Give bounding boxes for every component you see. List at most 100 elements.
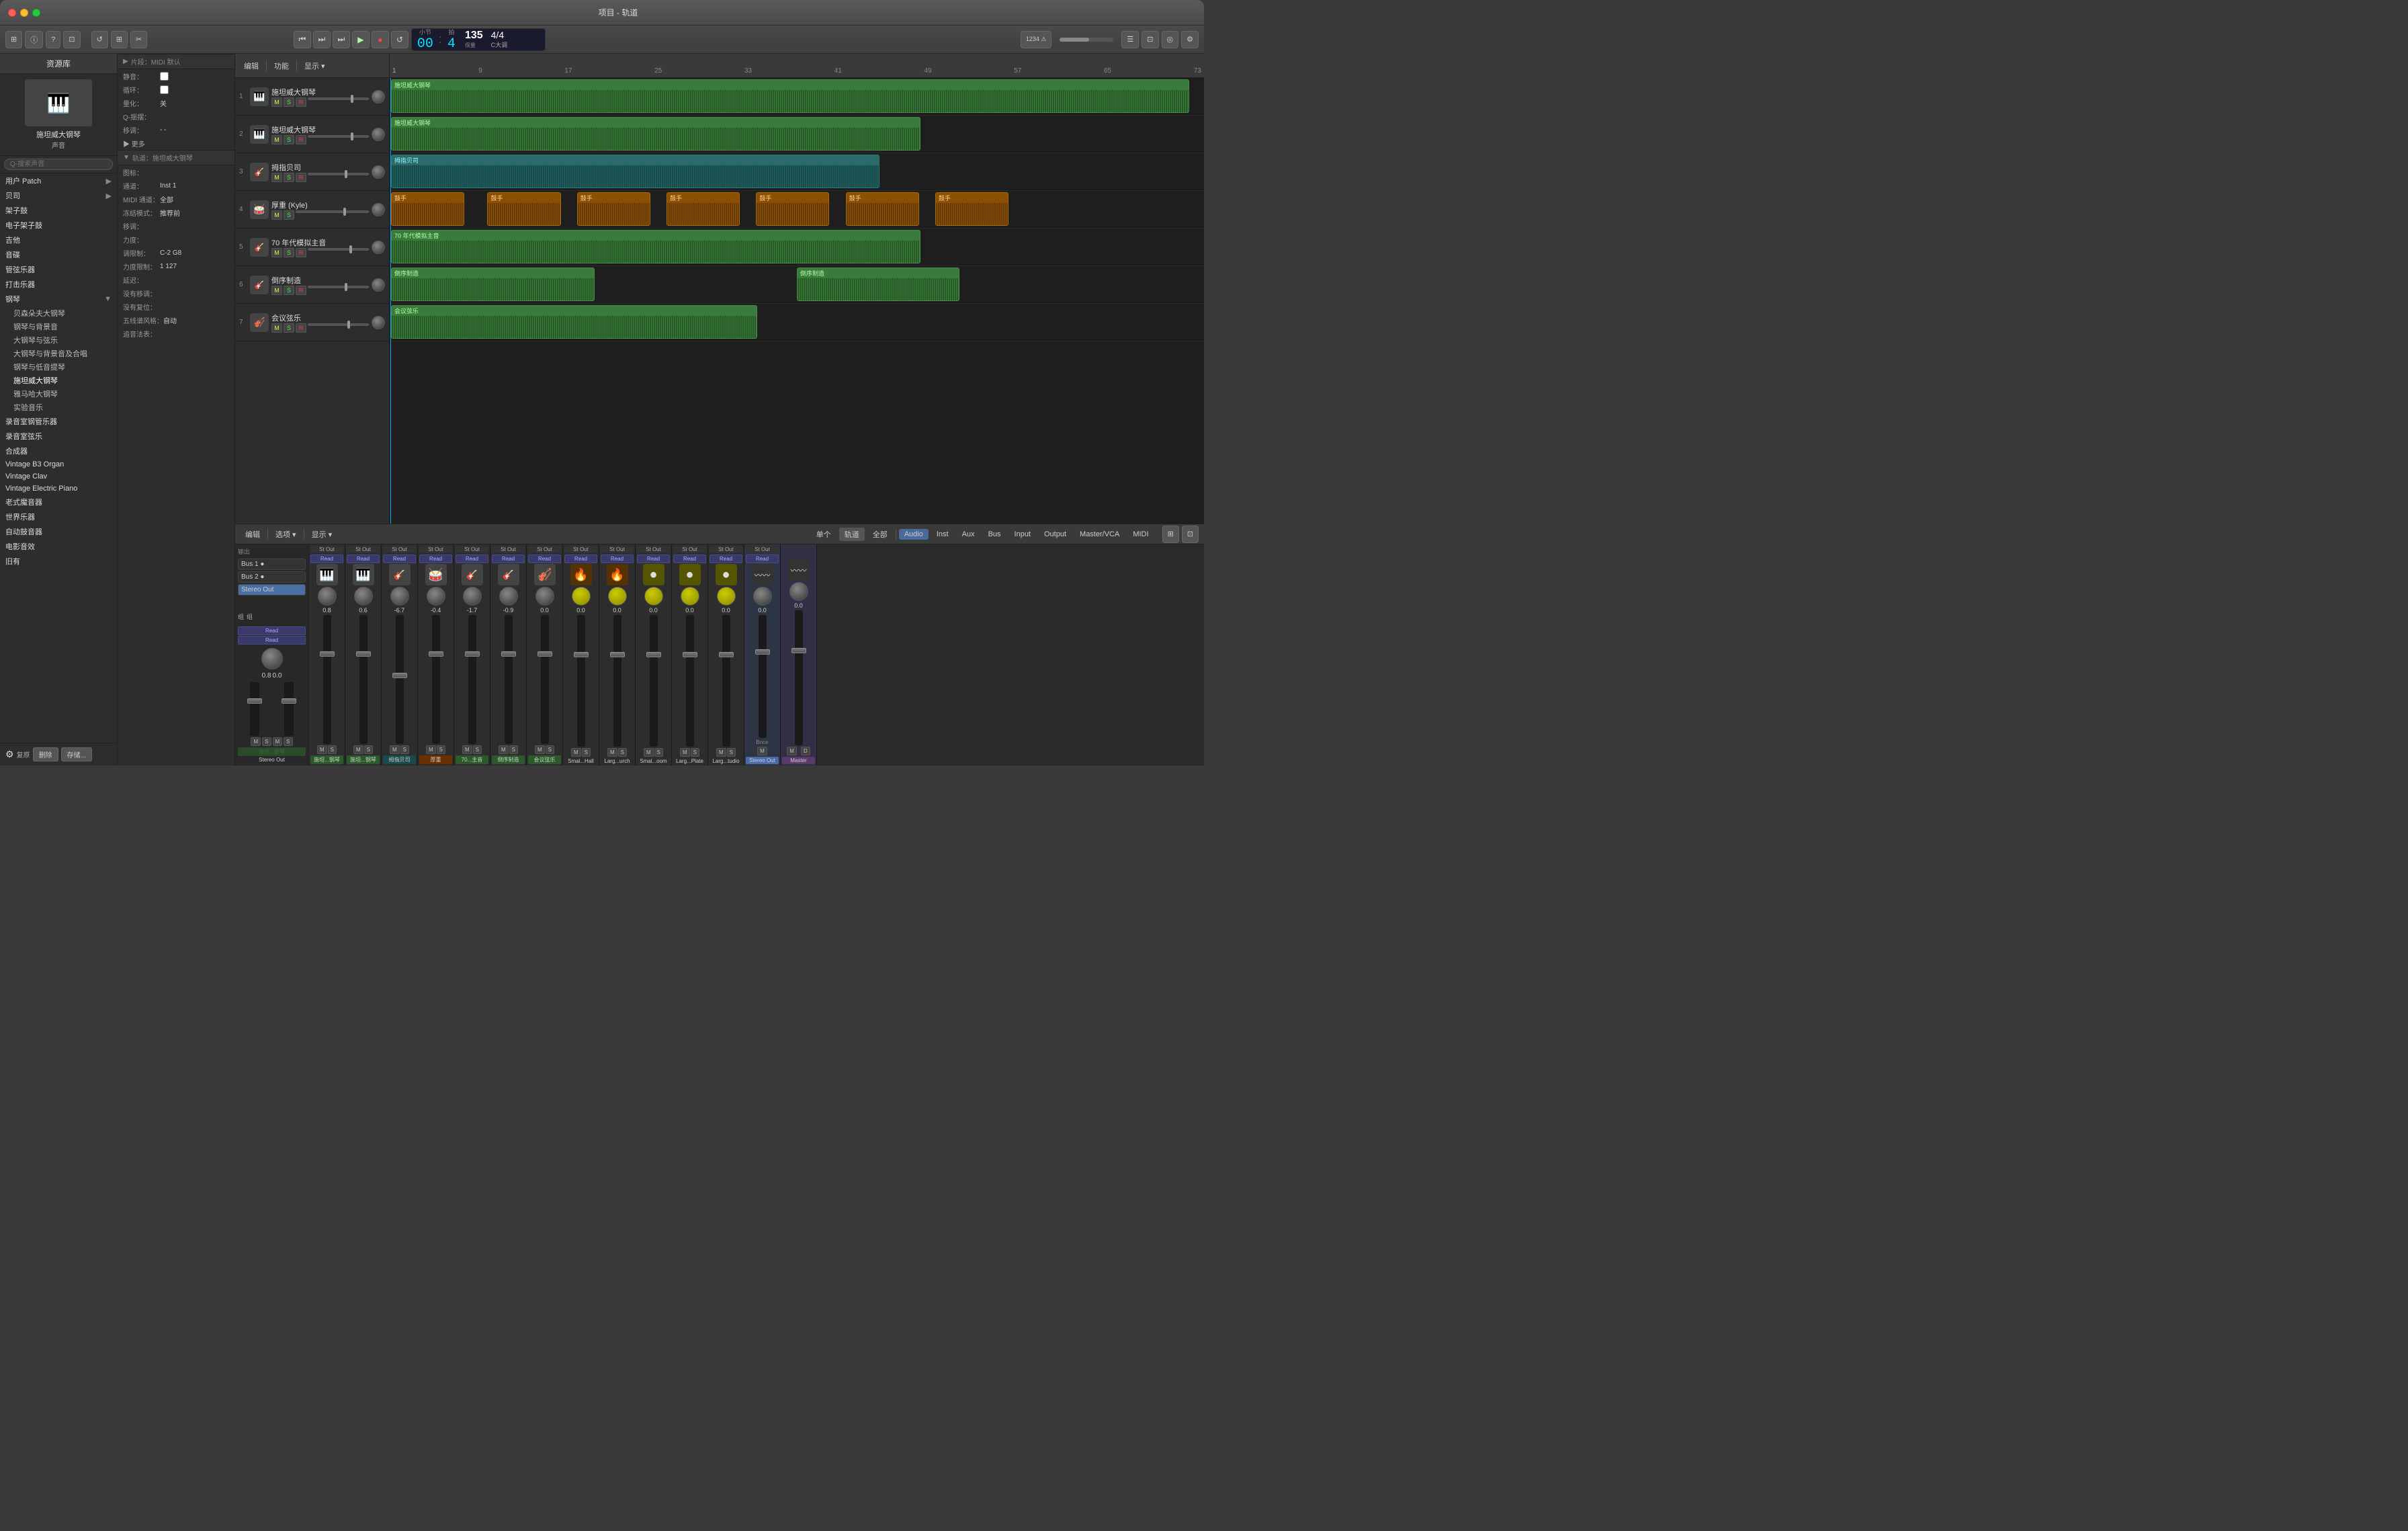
clip-4-1[interactable]: 鼓手	[391, 192, 464, 226]
track-4-fader[interactable]	[296, 210, 369, 213]
master-knob[interactable]	[789, 582, 808, 601]
list-item[interactable]: 电子架子鼓	[0, 218, 117, 233]
track-6-knob[interactable]	[372, 278, 385, 292]
stereo-pan[interactable]	[753, 587, 772, 606]
track-1-fader[interactable]	[308, 97, 369, 100]
strip-11-m[interactable]: M	[680, 748, 690, 757]
solo-btn-7[interactable]: S	[284, 323, 294, 333]
strip-7-fader[interactable]	[541, 615, 549, 744]
strip-11-s[interactable]: S	[691, 748, 699, 757]
sub-item-active[interactable]: 施坦威大钢琴	[8, 374, 117, 387]
bus-item-2[interactable]: Bus 2 ●	[238, 571, 306, 583]
strip-11-pan[interactable]	[681, 587, 699, 606]
strip-8-s[interactable]: S	[582, 748, 591, 757]
mixer-single-tab[interactable]: 单个	[811, 528, 836, 541]
clip-4-6[interactable]: 鼓手	[846, 192, 919, 226]
strip-3-m[interactable]: M	[390, 745, 400, 754]
strip-8-m[interactable]: M	[571, 748, 581, 757]
mixer-master-tab[interactable]: Master/VCA	[1074, 529, 1125, 540]
master-fader-1[interactable]	[250, 682, 259, 736]
strip-10-s[interactable]: S	[654, 748, 663, 757]
strip-1-m[interactable]: M	[317, 745, 327, 754]
strip-7-s[interactable]: S	[546, 745, 554, 754]
track-header-6[interactable]: 6 🎸 倒序制造 M S R	[235, 266, 389, 304]
track-header[interactable]: ▼ 轨道：施坦威大钢琴	[118, 150, 234, 165]
mute-btn-3[interactable]: M	[271, 173, 282, 182]
strip-4-s[interactable]: S	[437, 745, 445, 754]
strip-3-s[interactable]: S	[400, 745, 409, 754]
refresh-btn[interactable]: ↺	[91, 31, 108, 48]
help-btn[interactable]: ?	[46, 31, 60, 48]
strip-7-pan[interactable]	[535, 587, 554, 606]
strip-12-fader[interactable]	[722, 615, 730, 747]
list-item[interactable]: 架子鼓	[0, 203, 117, 218]
track-4-knob[interactable]	[372, 203, 385, 216]
info-btn[interactable]: ⓘ	[25, 31, 43, 48]
master-pan-knob[interactable]	[261, 648, 283, 669]
list-item[interactable]: 录音室弦乐	[0, 429, 117, 444]
mixer-view-btn[interactable]: ◎	[1162, 31, 1179, 48]
track-header-7[interactable]: 7 🎻 会议弦乐 M S R	[235, 304, 389, 341]
settings-view-btn[interactable]: ⚙	[1181, 31, 1199, 48]
list-item[interactable]: 电影音效	[0, 539, 117, 554]
strip-5-read[interactable]: Read	[456, 554, 488, 563]
sub-item[interactable]: 实验音乐	[8, 401, 117, 414]
list-item[interactable]: 老式魔音器	[0, 495, 117, 509]
rec-btn-2[interactable]: R	[296, 135, 306, 144]
mixer-edit-tab[interactable]: 编辑	[241, 528, 265, 541]
track-2-fader[interactable]	[308, 135, 369, 138]
list-item[interactable]: 旧有	[0, 554, 117, 569]
mixer-list-btn[interactable]: ⊡	[1182, 526, 1199, 543]
track-header-2[interactable]: 2 🎹 施坦威大钢琴 M S R	[235, 116, 389, 153]
list-item[interactable]: 打击乐器	[0, 277, 117, 292]
strip-3-fader[interactable]	[396, 615, 404, 744]
rewind-btn[interactable]: ⏮	[294, 31, 311, 48]
mixer-inst-tab[interactable]: Inst	[931, 529, 954, 540]
track-header-3[interactable]: 3 🎸 拇指贝司 M S R	[235, 153, 389, 191]
rec-btn-3[interactable]: R	[296, 173, 306, 182]
stereo-m[interactable]: M	[757, 747, 767, 755]
master-d-btn[interactable]: D	[801, 747, 810, 755]
strip-4-fader[interactable]	[432, 615, 440, 744]
strip-2-read[interactable]: Read	[347, 554, 380, 563]
skip-back-btn[interactable]: ⏭	[313, 31, 331, 48]
save-btn[interactable]: 存储...	[61, 747, 92, 761]
cycle-btn[interactable]: ↺	[391, 31, 408, 48]
bus-item-1[interactable]: Bus 1 ●	[238, 558, 306, 570]
track-1-knob[interactable]	[372, 90, 385, 104]
strip-6-fader[interactable]	[505, 615, 513, 744]
master-fader-2[interactable]	[284, 682, 294, 736]
track-7-knob[interactable]	[372, 316, 385, 329]
strip-2-pan[interactable]	[354, 587, 373, 606]
list-item[interactable]: 贝司 ▶	[0, 188, 117, 203]
strip-6-m[interactable]: M	[499, 745, 509, 754]
list-item[interactable]: 用户 Patch ▶	[0, 173, 117, 188]
strip-2-s[interactable]: S	[364, 745, 373, 754]
list-item-piano[interactable]: 钢琴 ▼	[0, 292, 117, 306]
segment-header[interactable]: ▶ 片段：MIDI 默认	[118, 54, 234, 69]
restore-btn[interactable]: 复原	[17, 749, 30, 759]
strip-9-read[interactable]: Read	[601, 554, 634, 563]
mixer-midi-tab[interactable]: MIDI	[1127, 529, 1154, 540]
mute-btn-4[interactable]: M	[271, 210, 282, 220]
strip-9-fader[interactable]	[613, 615, 621, 747]
mute-btn-7[interactable]: M	[271, 323, 282, 333]
mixer-bus-tab[interactable]: Bus	[983, 529, 1006, 540]
stereo-fader[interactable]	[759, 615, 767, 738]
strip-5-pan[interactable]	[463, 587, 482, 606]
track-7-fader[interactable]	[308, 323, 369, 326]
strip-12-pan[interactable]	[717, 587, 736, 606]
mute-btn-6[interactable]: M	[271, 286, 282, 295]
sub-item[interactable]: 贝森朵夫大钢琴	[8, 306, 117, 320]
lcd-btn[interactable]: ⊞	[5, 31, 22, 48]
master-vol-label[interactable]: 1234 ⚠	[1021, 31, 1052, 48]
clip-4-2[interactable]: 鼓手	[487, 192, 560, 226]
strip-12-s[interactable]: S	[727, 748, 736, 757]
list-item[interactable]: 管弦乐器	[0, 262, 117, 277]
clip-4-7[interactable]: 鼓手	[935, 192, 1008, 226]
edit-view-btn[interactable]: ⊡	[1142, 31, 1158, 48]
track-2-knob[interactable]	[372, 128, 385, 141]
master-s-btn-2[interactable]: S	[284, 737, 292, 746]
strip-9-m[interactable]: M	[607, 748, 617, 757]
skip-fwd-btn[interactable]: ⏭	[333, 31, 350, 48]
